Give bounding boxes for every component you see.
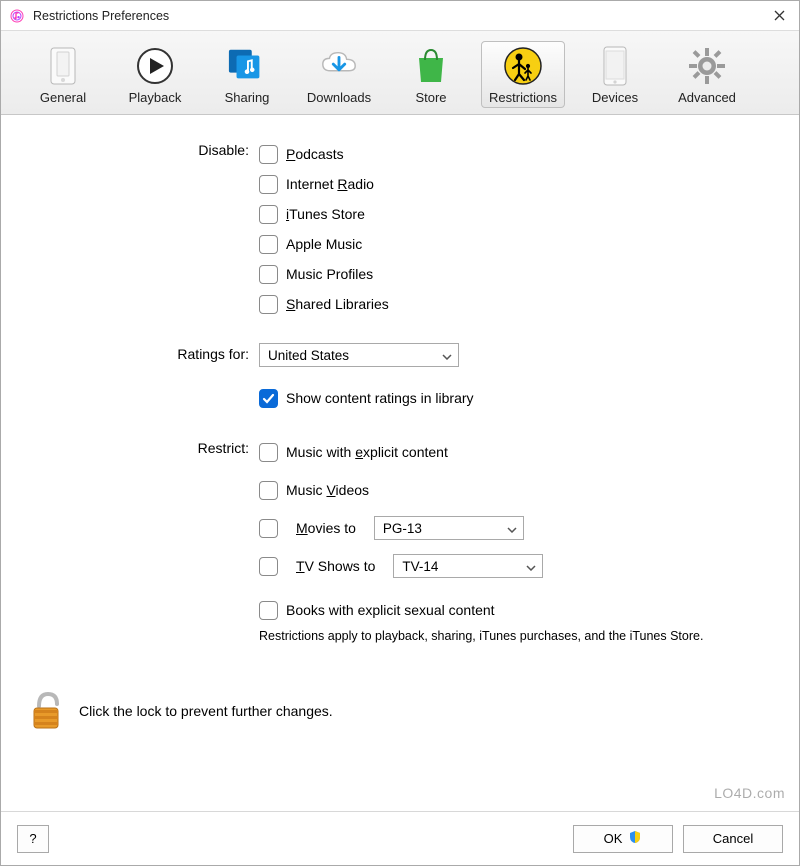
close-button[interactable] xyxy=(767,4,791,28)
cancel-button[interactable]: Cancel xyxy=(683,825,783,853)
dropdown-value: United States xyxy=(268,348,430,363)
sharing-icon xyxy=(227,46,267,86)
tab-label: Restrictions xyxy=(489,90,557,105)
chevron-down-icon xyxy=(507,521,517,536)
checkbox-label: Show content ratings in library xyxy=(286,390,474,406)
tab-general[interactable]: General xyxy=(21,41,105,108)
close-icon xyxy=(774,10,785,21)
restrict-label: Restrict: xyxy=(29,437,259,456)
ratings-country-dropdown[interactable]: United States xyxy=(259,343,459,367)
dropdown-value: TV-14 xyxy=(402,559,514,574)
checkbox-label: Apple Music xyxy=(286,236,362,252)
shield-icon xyxy=(628,830,642,847)
checkbox-apple-music[interactable] xyxy=(259,235,278,254)
checkbox-movies[interactable] xyxy=(259,519,278,538)
checkbox-label: Internet Radio xyxy=(286,176,374,192)
checkbox-podcasts[interactable] xyxy=(259,145,278,164)
footer: ? OK Cancel xyxy=(1,811,799,865)
dropdown-value: PG-13 xyxy=(383,521,495,536)
checkbox-show-ratings[interactable] xyxy=(259,389,278,408)
checkbox-music-videos[interactable] xyxy=(259,481,278,500)
checkbox-label: Music with explicit content xyxy=(286,444,448,460)
tab-label: Devices xyxy=(592,90,638,105)
disable-section: Disable: Podcasts Internet Radio iTunes … xyxy=(29,139,771,319)
chevron-down-icon xyxy=(526,559,536,574)
titlebar: Restrictions Preferences xyxy=(1,1,799,31)
checkbox-label: Movies to xyxy=(296,520,356,536)
tab-downloads[interactable]: Downloads xyxy=(297,41,381,108)
checkbox-label: TV Shows to xyxy=(296,558,375,574)
movies-rating-dropdown[interactable]: PG-13 xyxy=(374,516,524,540)
downloads-icon xyxy=(319,46,359,86)
tab-label: Advanced xyxy=(678,90,736,105)
playback-icon xyxy=(135,46,175,86)
tab-restrictions[interactable]: Restrictions xyxy=(481,41,565,108)
help-button[interactable]: ? xyxy=(17,825,49,853)
ratings-section: Ratings for: United States xyxy=(29,343,771,367)
advanced-icon xyxy=(687,46,727,86)
checkbox-tv-shows[interactable] xyxy=(259,557,278,576)
tv-rating-dropdown[interactable]: TV-14 xyxy=(393,554,543,578)
checkbox-shared-libraries[interactable] xyxy=(259,295,278,314)
checkbox-label: Podcasts xyxy=(286,146,344,162)
store-icon xyxy=(411,46,451,86)
content-area: Disable: Podcasts Internet Radio iTunes … xyxy=(1,115,799,811)
checkbox-label: Music Videos xyxy=(286,482,369,498)
checkbox-music-profiles[interactable] xyxy=(259,265,278,284)
preferences-window: Restrictions Preferences General xyxy=(0,0,800,866)
tab-label: Playback xyxy=(129,90,182,105)
tab-label: Sharing xyxy=(225,90,270,105)
lock-area: Click the lock to prevent further change… xyxy=(29,689,771,733)
checkbox-itunes-store[interactable] xyxy=(259,205,278,224)
lock-text: Click the lock to prevent further change… xyxy=(79,703,333,719)
tab-label: Store xyxy=(415,90,446,105)
checkbox-books-explicit[interactable] xyxy=(259,601,278,620)
ok-button[interactable]: OK xyxy=(573,825,673,853)
disable-label: Disable: xyxy=(29,139,259,158)
tab-store[interactable]: Store xyxy=(389,41,473,108)
tab-label: Downloads xyxy=(307,90,371,105)
checkbox-label: Books with explicit sexual content xyxy=(286,602,495,618)
checkbox-internet-radio[interactable] xyxy=(259,175,278,194)
tab-advanced[interactable]: Advanced xyxy=(665,41,749,108)
general-icon xyxy=(43,46,83,86)
restrict-note: Restrictions apply to playback, sharing,… xyxy=(259,625,771,643)
chevron-down-icon xyxy=(442,348,452,363)
checkbox-explicit-music[interactable] xyxy=(259,443,278,462)
restrict-section: Restrict: Music with explicit content Mu… xyxy=(29,437,771,643)
preferences-toolbar: General Playback Sharing xyxy=(1,31,799,115)
lock-icon[interactable] xyxy=(29,689,65,733)
tab-playback[interactable]: Playback xyxy=(113,41,197,108)
tab-devices[interactable]: Devices xyxy=(573,41,657,108)
ratings-label: Ratings for: xyxy=(29,343,259,362)
devices-icon xyxy=(595,46,635,86)
checkbox-label: Music Profiles xyxy=(286,266,373,282)
window-title: Restrictions Preferences xyxy=(33,9,767,23)
tab-sharing[interactable]: Sharing xyxy=(205,41,289,108)
tab-label: General xyxy=(40,90,86,105)
restrictions-icon xyxy=(503,46,543,86)
checkbox-label: iTunes Store xyxy=(286,206,365,222)
app-icon xyxy=(9,8,25,24)
checkbox-label: Shared Libraries xyxy=(286,296,389,312)
